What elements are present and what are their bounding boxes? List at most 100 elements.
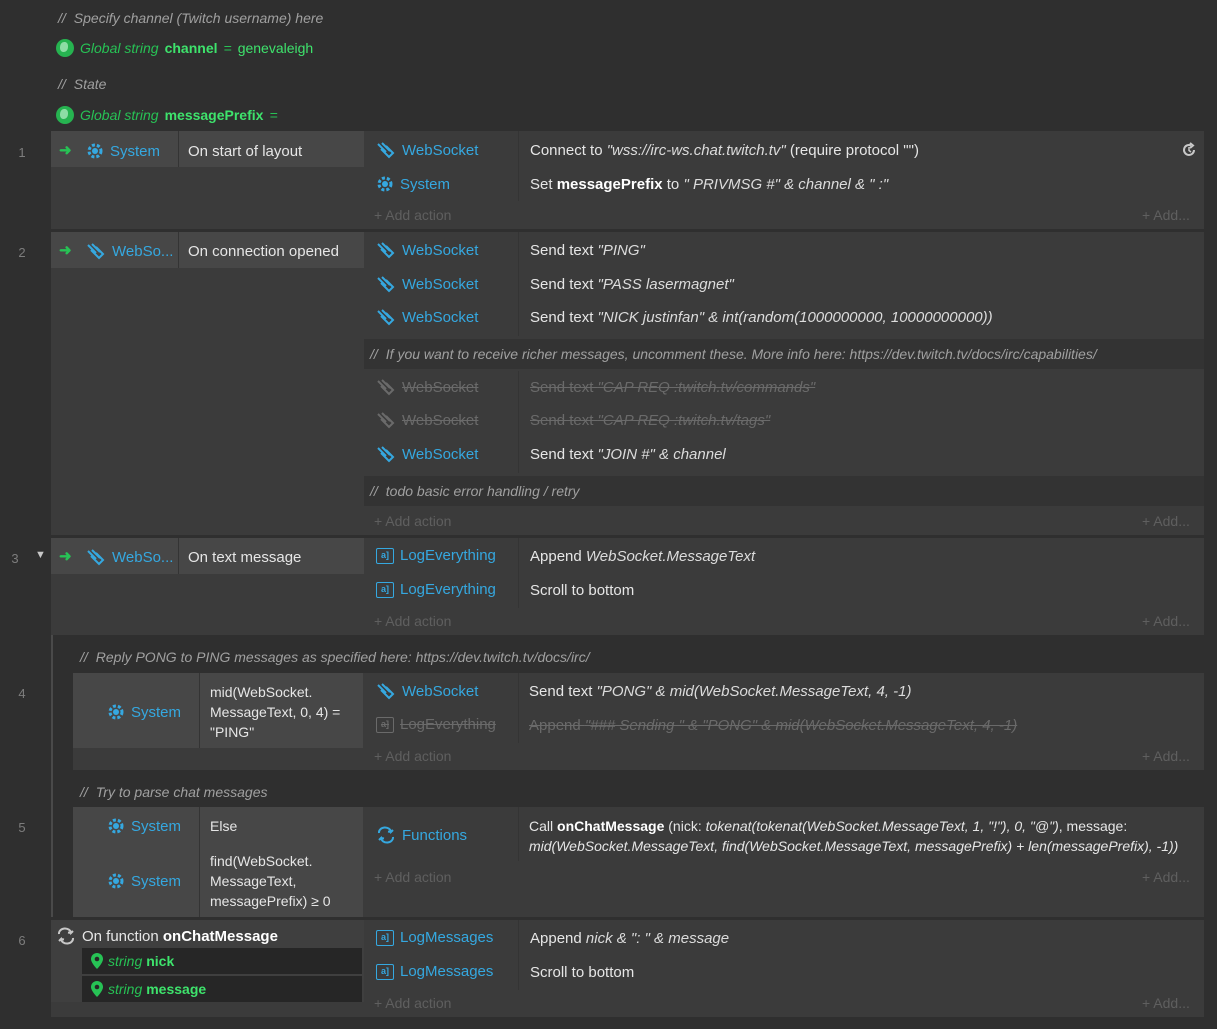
action-text: Append nick & ": " & message: [530, 930, 730, 947]
add-action-button[interactable]: + Add action: [374, 748, 451, 764]
condition-text: Else: [210, 818, 238, 834]
condition-object[interactable]: System: [107, 817, 181, 835]
action-text: Send text "PING": [530, 242, 645, 259]
log-icon: a]: [376, 963, 394, 980]
globe-icon: [56, 106, 74, 124]
websocket-icon: [377, 309, 395, 326]
action-object[interactable]: Functions: [376, 826, 467, 844]
pin-icon: [91, 953, 103, 969]
trigger-arrow-icon: ➜: [59, 142, 72, 159]
log-icon: a]: [376, 581, 394, 598]
action-text: Send text "PASS lasermagnet": [530, 276, 734, 293]
action-object[interactable]: a] LogMessages: [376, 929, 493, 946]
add-action-button[interactable]: + Add action: [374, 995, 451, 1011]
action-object[interactable]: WebSocket: [376, 141, 478, 159]
add-menu-button[interactable]: + Add...: [1142, 513, 1190, 529]
comment-richer[interactable]: //If you want to receive richer messages…: [370, 346, 1097, 362]
comment-pong[interactable]: //Reply PONG to PING messages as specifi…: [80, 649, 590, 665]
add-action-button[interactable]: + Add action: [374, 613, 451, 629]
action-text-disabled: Append "### Sending " & "PONG" & mid(Web…: [529, 717, 1018, 734]
line-number: 4: [18, 686, 26, 701]
action-text: Send text "JOIN #" & channel: [530, 446, 726, 463]
websocket-icon: [377, 276, 395, 293]
functions-icon: [378, 826, 394, 844]
add-action-button[interactable]: + Add action: [374, 513, 451, 529]
action-text: Set messagePrefix to " PRIVMSG #" & chan…: [530, 176, 889, 193]
action-text: Call onChatMessage (nick: tokenat(tokena…: [529, 818, 1179, 854]
action-object[interactable]: a] LogEverything: [376, 547, 496, 564]
websocket-icon: [377, 683, 395, 700]
param-message: string message: [90, 980, 206, 998]
pin-icon: [91, 981, 103, 997]
function-title[interactable]: On function onChatMessage: [56, 927, 278, 945]
add-action-button[interactable]: + Add action: [374, 869, 451, 885]
condition-object[interactable]: System: [107, 703, 181, 721]
websocket-icon: [377, 379, 395, 396]
action-text: Scroll to bottom: [530, 964, 635, 981]
global-messageprefix-var[interactable]: Global string messagePrefix =: [56, 106, 278, 124]
comment-parse[interactable]: //Try to parse chat messages: [80, 784, 267, 800]
collapse-triangle-icon[interactable]: ▼: [35, 549, 46, 561]
comment-state[interactable]: //State: [58, 76, 106, 92]
gear-icon: [377, 176, 393, 192]
condition-object[interactable]: WebSo...: [86, 548, 173, 566]
comment-channel[interactable]: //Specify channel (Twitch username) here: [58, 10, 323, 26]
action-object[interactable]: a] LogMessages: [376, 963, 493, 980]
condition-text: mid(WebSocket. MessageText, 0, 4) = "PIN…: [210, 684, 341, 740]
trigger-arrow-icon: ➜: [59, 548, 72, 565]
trigger-arrow-icon: ➜: [59, 242, 72, 259]
param-nick: string nick: [90, 952, 174, 970]
add-menu-button[interactable]: + Add...: [1142, 869, 1190, 885]
line-number: 6: [18, 933, 26, 948]
action-object-disabled[interactable]: WebSocket: [376, 378, 478, 396]
websocket-icon: [87, 549, 105, 566]
action-text: Connect to "wss://irc-ws.chat.twitch.tv"…: [530, 142, 919, 159]
condition-text: find(WebSocket. MessageText, messagePref…: [210, 853, 331, 909]
gear-icon: [87, 143, 103, 159]
websocket-icon: [377, 242, 395, 259]
action-object-disabled[interactable]: a] LogEverything: [376, 716, 496, 733]
log-icon: a]: [376, 547, 394, 564]
line-number: 3: [11, 551, 19, 566]
gear-icon: [108, 818, 124, 834]
line-number: 5: [18, 820, 26, 835]
action-object[interactable]: WebSocket: [376, 241, 478, 259]
functions-icon: [58, 927, 74, 945]
websocket-icon: [87, 243, 105, 260]
global-channel-var[interactable]: Global string channel = genevaleigh: [56, 39, 313, 57]
action-object[interactable]: System: [376, 175, 450, 193]
action-text-disabled: Send text "CAP REQ :twitch.tv/tags": [530, 412, 771, 429]
action-object[interactable]: WebSocket: [376, 682, 478, 700]
refresh-icon[interactable]: [1180, 141, 1198, 159]
action-object[interactable]: WebSocket: [376, 275, 478, 293]
add-menu-button[interactable]: + Add...: [1142, 207, 1190, 223]
subevent-indent-line: [51, 635, 53, 917]
websocket-icon: [377, 412, 395, 429]
condition-object[interactable]: WebSo...: [86, 242, 173, 260]
add-menu-button[interactable]: + Add...: [1142, 995, 1190, 1011]
action-object[interactable]: a] LogEverything: [376, 581, 496, 598]
condition-text: On text message: [188, 549, 302, 566]
action-object-disabled[interactable]: WebSocket: [376, 411, 478, 429]
add-menu-button[interactable]: + Add...: [1142, 613, 1190, 629]
condition-object[interactable]: System: [86, 142, 160, 160]
action-text-disabled: Send text "CAP REQ :twitch.tv/commands": [530, 379, 816, 396]
websocket-icon: [377, 446, 395, 463]
globe-icon: [56, 39, 74, 57]
log-icon: a]: [376, 716, 394, 733]
action-object[interactable]: WebSocket: [376, 308, 478, 326]
comment-todo[interactable]: //todo basic error handling / retry: [370, 483, 580, 499]
condition-object[interactable]: System: [107, 872, 181, 890]
line-number: 2: [18, 245, 26, 260]
condition-text: On start of layout: [188, 143, 303, 160]
action-text: Scroll to bottom: [530, 582, 635, 599]
action-text: Send text "PONG" & mid(WebSocket.Message…: [529, 683, 912, 700]
action-text: Send text "NICK justinfan" & int(random(…: [530, 309, 993, 326]
action-text: Append WebSocket.MessageText: [530, 548, 756, 565]
condition-text: On connection opened: [188, 243, 339, 260]
add-menu-button[interactable]: + Add...: [1142, 748, 1190, 764]
action-object[interactable]: WebSocket: [376, 445, 478, 463]
add-action-button[interactable]: + Add action: [374, 207, 451, 223]
log-icon: a]: [376, 929, 394, 946]
gear-icon: [108, 873, 124, 889]
